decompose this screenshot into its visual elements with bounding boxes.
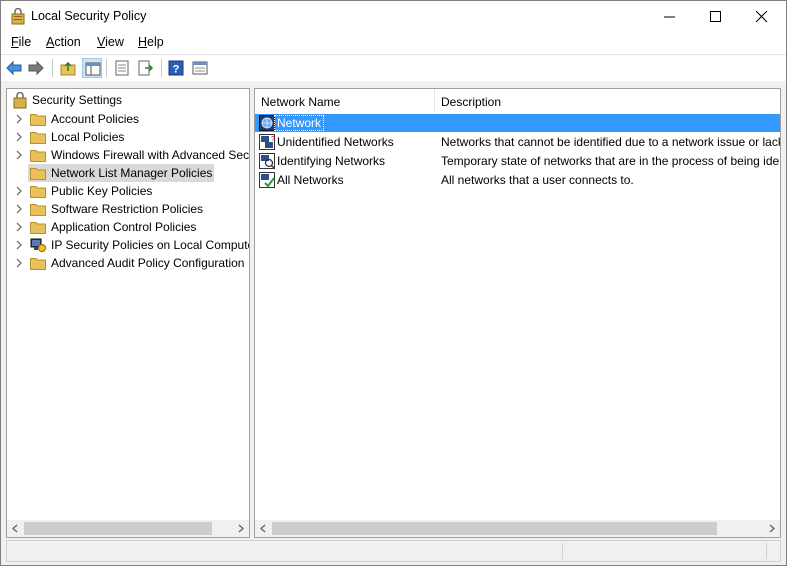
close-button[interactable]: [739, 1, 785, 32]
show-hide-tree-icon: [85, 62, 101, 76]
security-settings-icon: [13, 92, 27, 109]
svg-text:?: ?: [271, 136, 275, 143]
maximize-button[interactable]: [693, 1, 739, 32]
list-row[interactable]: Identifying Networks Temporary state of n…: [255, 152, 780, 170]
folder-icon: [30, 186, 46, 198]
description-cell: Temporary state of networks that are in …: [441, 154, 781, 168]
details-scroll-thumb[interactable]: [272, 522, 717, 535]
tree-item[interactable]: Public Key Policies: [7, 182, 249, 200]
minimize-button[interactable]: [647, 1, 693, 32]
menu-action[interactable]: Action: [46, 35, 81, 49]
help-button[interactable]: ?: [166, 58, 186, 78]
tree-item[interactable]: Local Policies: [7, 128, 249, 146]
title-bar[interactable]: Local Security Policy: [1, 1, 786, 32]
tree-item-label: Public Key Policies: [51, 184, 153, 198]
folder-icon: [30, 222, 46, 234]
network-name-cell: Unidentified Networks: [277, 135, 394, 149]
details-pane: Network Name Description Network? Unident…: [254, 88, 781, 538]
network-icon: [259, 115, 275, 131]
column-header-network-name[interactable]: Network Name: [255, 89, 435, 113]
network-name-cell: All Networks: [277, 173, 344, 187]
scroll-right-icon: [769, 524, 775, 533]
tree-item-label: Software Restriction Policies: [51, 202, 204, 216]
back-icon: [6, 60, 22, 76]
forward-icon: [28, 60, 44, 76]
show-hide-console-tree-button[interactable]: [82, 58, 102, 78]
minimize-icon: [664, 16, 675, 18]
maximize-icon: [710, 11, 721, 22]
list-row[interactable]: ? Unidentified Networks Networks that cann…: [255, 133, 780, 151]
network-name-cell: Network: [273, 115, 325, 131]
tree-item-label: Local Policies: [51, 130, 125, 144]
tree-item[interactable]: Advanced Audit Policy Configuration: [7, 254, 249, 272]
folder-icon: [30, 132, 46, 144]
status-bar: [6, 540, 781, 562]
console-tree-pane: Security Settings Account Policies Local …: [6, 88, 250, 538]
tree-item-label: Windows Firewall with Advanced Security: [51, 148, 250, 162]
folder-icon: [30, 168, 46, 180]
back-button[interactable]: [4, 58, 24, 78]
console-tree-icon: [192, 61, 208, 75]
up-folder-icon: [60, 61, 76, 76]
tree-item-label: Network List Manager Policies: [51, 166, 213, 180]
description-cell: All networks that a user connects to.: [441, 173, 634, 187]
scroll-left-icon: [12, 524, 18, 533]
tree-item[interactable]: IP Security Policies on Local Computer: [7, 236, 250, 254]
main-window: Local Security Policy File Action View H…: [0, 0, 787, 566]
chevron-right-icon[interactable]: [14, 240, 24, 250]
svg-text:?: ?: [173, 64, 180, 76]
ip-security-icon: [30, 238, 46, 252]
up-one-level-button[interactable]: [58, 58, 78, 78]
scroll-right-icon: [238, 524, 244, 533]
folder-icon: [30, 114, 46, 126]
chevron-right-icon[interactable]: [14, 132, 24, 142]
tree-item-label: IP Security Policies on Local Computer: [51, 238, 250, 252]
menu-help[interactable]: Help: [138, 35, 164, 49]
menu-view[interactable]: View: [97, 35, 124, 49]
chevron-right-icon[interactable]: [14, 186, 24, 196]
security-policy-app-icon: [11, 7, 25, 25]
properties-icon: [115, 60, 129, 76]
unidentified-network-icon: ?: [259, 134, 275, 150]
tree-item-label: Account Policies: [51, 112, 140, 126]
chevron-right-icon[interactable]: [14, 114, 24, 124]
forward-button[interactable]: [26, 58, 46, 78]
chevron-right-icon[interactable]: [14, 204, 24, 214]
folder-icon: [30, 204, 46, 216]
menu-bar: File Action View Help: [1, 32, 786, 54]
all-networks-icon: [259, 172, 275, 188]
close-icon: [756, 11, 768, 23]
tree-item[interactable]: Application Control Policies: [7, 218, 249, 236]
chevron-right-icon[interactable]: [14, 222, 24, 232]
details-horizontal-scrollbar[interactable]: [255, 520, 780, 537]
tree-item[interactable]: Account Policies: [7, 110, 249, 128]
scroll-left-icon: [260, 524, 266, 533]
list-row[interactable]: All Networks All networks that a user con…: [255, 171, 780, 189]
column-header-description[interactable]: Description: [435, 89, 780, 113]
tree-item-label: Application Control Policies: [51, 220, 197, 234]
help-icon: ?: [168, 60, 184, 76]
window-title: Local Security Policy: [31, 9, 147, 23]
console-tree-button[interactable]: [190, 58, 210, 78]
toolbar: ?: [1, 54, 786, 82]
chevron-right-icon[interactable]: [14, 150, 24, 160]
export-list-icon: [138, 60, 154, 76]
tree-item[interactable]: Windows Firewall with Advanced Security: [7, 146, 250, 164]
folder-icon: [30, 150, 46, 162]
menu-file[interactable]: File: [11, 35, 31, 49]
description-cell: Networks that cannot be identified due t…: [441, 135, 780, 149]
list-row[interactable]: Network: [255, 114, 780, 132]
network-name-cell: Identifying Networks: [277, 154, 386, 168]
chevron-right-icon[interactable]: [14, 258, 24, 268]
identifying-network-icon: [259, 153, 275, 169]
tree-root-label: Security Settings: [32, 93, 123, 107]
properties-button[interactable]: [112, 58, 132, 78]
tree-horizontal-scrollbar[interactable]: [7, 520, 249, 537]
tree-scroll-thumb[interactable]: [24, 522, 212, 535]
tree-item[interactable]: Network List Manager Policies: [7, 164, 249, 182]
tree-item-label: Advanced Audit Policy Configuration: [51, 256, 245, 270]
folder-icon: [30, 258, 46, 270]
tree-item[interactable]: Software Restriction Policies: [7, 200, 249, 218]
export-list-button[interactable]: [136, 58, 156, 78]
